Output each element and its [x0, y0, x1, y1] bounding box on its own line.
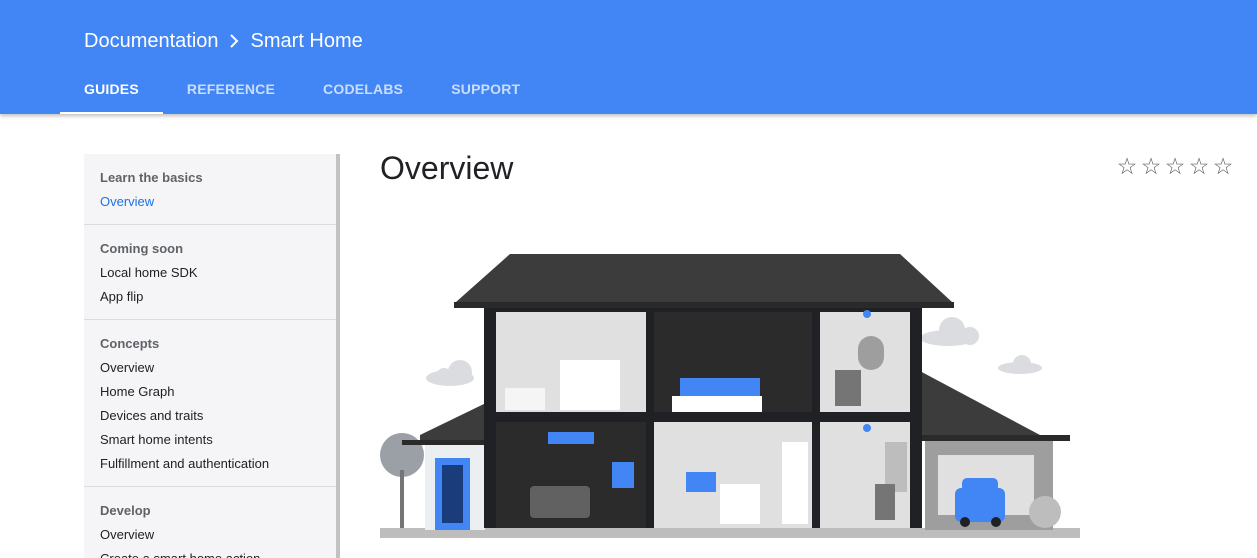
nav-item-overview[interactable]: Overview [100, 190, 336, 214]
nav-item-devices-and-traits[interactable]: Devices and traits [100, 404, 336, 428]
nav-item-local-home-sdk[interactable]: Local home SDK [100, 261, 336, 285]
tab-support[interactable]: SUPPORT [427, 66, 544, 114]
nav-item-home-graph[interactable]: Home Graph [100, 380, 336, 404]
nav-section-learn-the-basics: Learn the basics Overview [84, 154, 336, 225]
breadcrumb-documentation-link[interactable]: Documentation [84, 30, 219, 53]
nav-heading: Develop [100, 503, 151, 518]
breadcrumb: Documentation Smart Home [84, 27, 363, 55]
tab-codelabs[interactable]: CODELABS [299, 66, 427, 114]
star-2-icon[interactable]: ☆ [1139, 153, 1163, 179]
page-title: Overview [380, 150, 514, 186]
nav-section-coming-soon: Coming soon Local home SDK App flip [84, 225, 336, 320]
tab-bar: GUIDES REFERENCE CODELABS SUPPORT [60, 66, 544, 114]
sidebar-nav: Learn the basics Overview Coming soon Lo… [84, 154, 336, 558]
star-rating: ☆ ☆ ☆ ☆ ☆ [1115, 153, 1235, 179]
nav-section-develop: Develop Overview Create a smart home act… [84, 487, 336, 558]
nav-section-concepts: Concepts Overview Home Graph Devices and… [84, 320, 336, 487]
star-1-icon[interactable]: ☆ [1115, 153, 1139, 179]
star-5-icon[interactable]: ☆ [1211, 153, 1235, 179]
star-4-icon[interactable]: ☆ [1187, 153, 1211, 179]
nav-item-smart-home-intents[interactable]: Smart home intents [100, 428, 336, 452]
top-header: Documentation Smart Home GUIDES REFERENC… [0, 0, 1257, 114]
tab-reference[interactable]: REFERENCE [163, 66, 299, 114]
nav-item-app-flip[interactable]: App flip [100, 285, 336, 309]
nav-item-fulfillment-and-authentication[interactable]: Fulfillment and authentication [100, 452, 336, 476]
nav-item-develop-overview[interactable]: Overview [100, 523, 336, 547]
tab-guides[interactable]: GUIDES [60, 66, 163, 114]
nav-heading: Concepts [100, 336, 160, 351]
sidebar-scrollbar[interactable] [336, 154, 340, 558]
nav-heading: Learn the basics [100, 170, 203, 185]
nav-item-concepts-overview[interactable]: Overview [100, 356, 336, 380]
nav-item-create-a-smart-home-action[interactable]: Create a smart home action [100, 547, 336, 558]
nav-heading: Coming soon [100, 241, 184, 256]
breadcrumb-smart-home-link[interactable]: Smart Home [251, 30, 363, 53]
chevron-right-icon [229, 34, 239, 48]
smart-home-house-illustration [380, 254, 1080, 538]
star-3-icon[interactable]: ☆ [1163, 153, 1187, 179]
